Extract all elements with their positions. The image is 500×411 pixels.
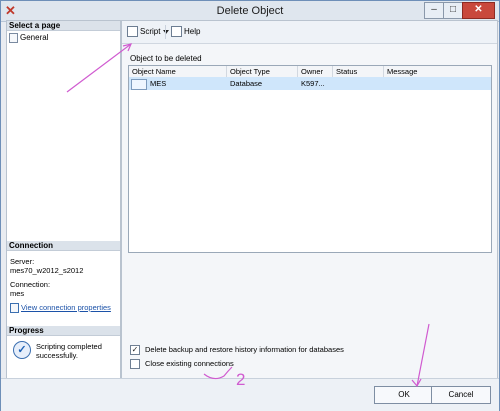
- properties-icon: [10, 303, 19, 314]
- toolbar-separator: [165, 25, 166, 39]
- cell-message: [384, 77, 491, 90]
- maximize-button[interactable]: □: [443, 2, 463, 19]
- toolbar: Script Help: [122, 21, 497, 44]
- connection-header: Connection: [7, 241, 120, 251]
- delete-backup-checkbox[interactable]: ✓: [130, 345, 140, 356]
- objects-grid: Object Name Object Type Owner Status Mes…: [128, 65, 492, 253]
- database-icon: [131, 79, 147, 90]
- dialog-footer: OK Cancel: [1, 378, 499, 411]
- progress-status: Scripting completed successfully.: [36, 342, 102, 360]
- section-label: Object to be deleted: [130, 54, 202, 63]
- help-button[interactable]: Help: [171, 26, 200, 38]
- close-connections-option[interactable]: Close existing connections: [130, 359, 234, 370]
- column-status[interactable]: Status: [333, 66, 384, 77]
- connection-value: mes: [10, 289, 25, 298]
- close-connections-checkbox[interactable]: [130, 359, 140, 370]
- minimize-button[interactable]: –: [424, 2, 444, 19]
- column-message[interactable]: Message: [384, 66, 491, 77]
- page-icon: [9, 33, 18, 43]
- server-value: mes70_w2012_s2012: [10, 266, 84, 275]
- close-button[interactable]: ✕: [462, 2, 495, 19]
- sidebar-item-general[interactable]: General: [9, 33, 48, 43]
- cancel-button[interactable]: Cancel: [431, 386, 491, 404]
- select-page-header: Select a page: [7, 21, 120, 31]
- help-icon: [171, 26, 182, 38]
- table-row[interactable]: MES Database K597...: [129, 77, 491, 90]
- script-label: Script: [140, 27, 161, 36]
- column-object-type[interactable]: Object Type: [227, 66, 298, 77]
- help-label: Help: [184, 27, 201, 36]
- script-icon: [127, 26, 138, 38]
- view-connection-properties[interactable]: View connection properties: [10, 303, 111, 314]
- cell-status: [333, 77, 384, 90]
- sidebar: Select a page General Connection Server:…: [6, 20, 121, 379]
- main-panel: Script Help Object to be deleted Object …: [121, 20, 498, 379]
- cell-object-type: Database: [230, 79, 263, 88]
- close-connections-label: Close existing connections: [145, 359, 234, 368]
- cell-owner: K597...: [301, 79, 325, 88]
- cell-object-name: MES: [150, 79, 167, 88]
- delete-backup-option[interactable]: ✓ Delete backup and restore history infor…: [130, 345, 344, 356]
- script-button[interactable]: Script: [127, 26, 170, 38]
- column-owner[interactable]: Owner: [298, 66, 333, 77]
- sidebar-item-label: General: [20, 33, 49, 43]
- title-bar: ✕ Delete Object – □ ✕: [1, 1, 499, 22]
- view-connection-properties-link[interactable]: View connection properties: [21, 303, 111, 312]
- connection-label: Connection:: [10, 280, 51, 289]
- column-object-name[interactable]: Object Name: [129, 66, 227, 77]
- progress-header: Progress: [7, 326, 120, 336]
- ok-button[interactable]: OK: [374, 386, 434, 404]
- delete-object-dialog: ✕ Delete Object – □ ✕ Select a page Gene…: [0, 0, 500, 411]
- check-circle-icon: ✓: [13, 341, 31, 359]
- server-label: Server:: [10, 257, 35, 266]
- delete-backup-label: Delete backup and restore history inform…: [145, 345, 344, 354]
